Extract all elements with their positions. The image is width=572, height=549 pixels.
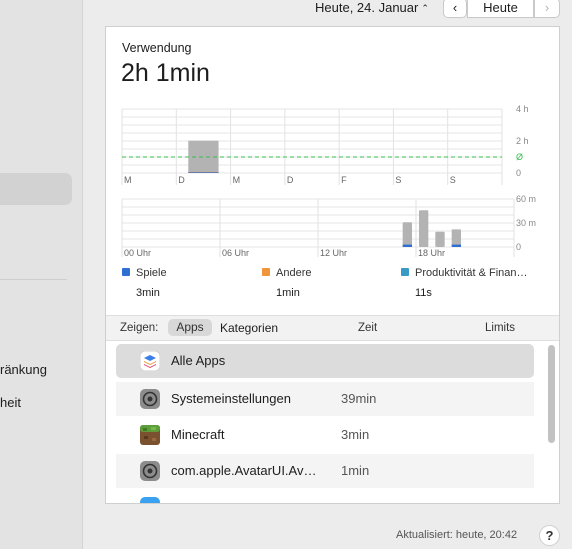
previous-day-button[interactable]: ‹	[443, 0, 467, 18]
column-header-limits[interactable]: Limits	[485, 322, 515, 334]
y-tick-label: 60 m	[516, 194, 536, 204]
hour-bar-total	[451, 229, 461, 247]
x-tick-label: 06 Uhr	[222, 248, 249, 258]
app-time: 39min	[341, 391, 377, 406]
list-item-all-apps[interactable]: Alle Apps	[116, 344, 534, 378]
main-content: Heute, 24. Januar ⌃ ‹ Heute › Verwendung …	[83, 0, 572, 549]
y-tick-label: 0	[516, 168, 521, 178]
sidebar: ränkung heit	[0, 0, 83, 549]
sidebar-item-security[interactable]: heit	[0, 395, 21, 410]
minecraft-icon	[140, 425, 160, 445]
list-header: Zeigen: Apps Kategorien Zeit Limits	[106, 315, 559, 341]
app-name: Alle Apps	[171, 353, 226, 368]
gear-icon	[140, 461, 160, 481]
hour-bar-total	[402, 222, 412, 247]
legend-item-other: Andere	[262, 267, 311, 279]
legend-swatch	[401, 268, 409, 276]
x-tick-label: S	[395, 175, 401, 185]
usage-charts: 4 h 2 h Ø 0 M D M D F S S 60 m 30 m 0 00 Uhr 06 Uhr 12 U…	[121, 104, 536, 258]
x-tick-label: S	[450, 175, 456, 185]
y-tick-label: Ø	[516, 152, 523, 162]
next-day-button[interactable]: ›	[534, 0, 560, 18]
legend-swatch	[122, 268, 130, 276]
today-button[interactable]: Heute	[467, 0, 534, 18]
tab-categories[interactable]: Kategorien	[220, 321, 278, 335]
app-time: 1min	[341, 463, 370, 478]
hour-bar-games	[451, 244, 461, 247]
app-name: Systemeinstellungen	[171, 391, 291, 406]
date-bar: Heute, 24. Januar ⌃ ‹ Heute ›	[83, 0, 572, 20]
x-tick-label: F	[341, 175, 347, 185]
list-item-avatarui[interactable]: com.apple.AvatarUI.Av… 1min	[116, 454, 534, 488]
x-tick-label: M	[233, 175, 241, 185]
list-scrollbar[interactable]	[548, 345, 555, 443]
app-name: com.apple.AvatarUI.Av…	[171, 463, 317, 478]
legend-value-games: 3min	[136, 287, 160, 299]
sidebar-selected-item[interactable]	[0, 173, 72, 205]
chevron-updown-icon: ⌃	[421, 3, 429, 13]
date-select[interactable]: Heute, 24. Januar ⌃	[315, 0, 429, 15]
bar-games	[188, 172, 219, 173]
app-list: Alle Apps Systemeinstellungen 39min Mine…	[106, 340, 559, 503]
y-tick-label: 4 h	[516, 104, 529, 114]
app-time: 3min	[341, 427, 370, 442]
stack-icon	[139, 350, 161, 372]
date-label: Heute, 24. Januar	[315, 0, 419, 15]
list-item-systemeinstellungen[interactable]: Systemeinstellungen 39min	[116, 382, 534, 416]
y-tick-label: 30 m	[516, 218, 536, 228]
updated-label: Aktualisiert: heute, 20:42	[396, 529, 518, 541]
show-label: Zeigen:	[120, 322, 159, 334]
sidebar-divider	[0, 279, 67, 280]
app-icon	[140, 497, 160, 503]
x-tick-label: 12 Uhr	[320, 248, 347, 258]
usage-panel: Verwendung 2h 1min 4 h2 h Ø 0 M D M D F S S 60 m 30…	[105, 26, 560, 504]
legend-item-games: Spiele	[122, 267, 167, 279]
app-name: Minecraft	[171, 427, 225, 442]
help-button[interactable]: ?	[539, 525, 560, 546]
legend-swatch	[262, 268, 270, 276]
gear-icon	[140, 389, 160, 409]
list-item-partial[interactable]	[116, 490, 534, 503]
x-tick-label: M	[124, 175, 132, 185]
hour-bar-total	[419, 210, 429, 247]
column-header-time[interactable]: Zeit	[358, 322, 377, 334]
x-tick-label: 00 Uhr	[124, 248, 151, 258]
legend-item-productivity: Produktivität & Finan…	[401, 267, 528, 279]
hour-bar-games	[402, 244, 412, 247]
legend-value-other: 1min	[276, 287, 300, 299]
x-tick-label: D	[287, 175, 294, 185]
x-tick-label: D	[178, 175, 185, 185]
y-tick-label: 2 h	[516, 136, 529, 146]
tab-apps[interactable]: Apps	[168, 319, 212, 336]
x-tick-label: 18 Uhr	[418, 248, 445, 258]
list-item-minecraft[interactable]: Minecraft 3min	[116, 418, 534, 452]
hour-bar-total	[435, 231, 445, 247]
sidebar-item-restriction[interactable]: ränkung	[0, 362, 47, 377]
legend-value-productivity: 11s	[415, 287, 432, 299]
y-tick-label: 0	[516, 242, 521, 252]
